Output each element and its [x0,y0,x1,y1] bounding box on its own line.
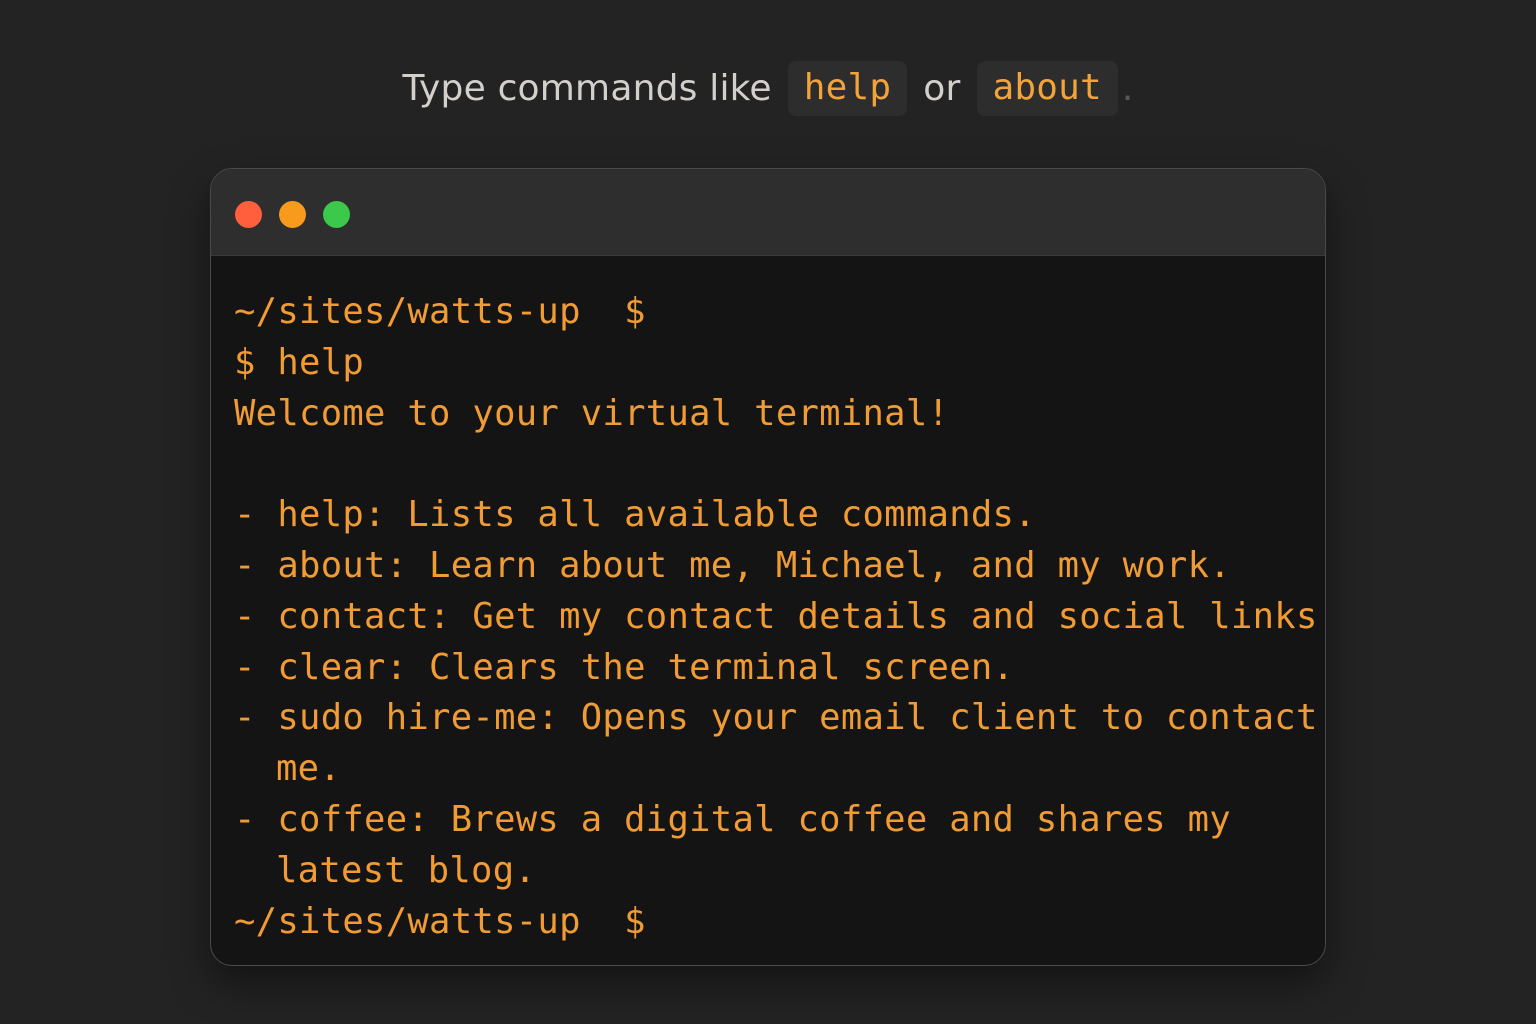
active-prompt-line[interactable]: ~/sites/watts-up $ [234,897,1315,948]
terminal-window: ~/sites/watts-up $ $ help Welcome to you… [210,168,1326,966]
close-window-button[interactable] [235,201,262,228]
help-entry-hire-me-continued: me. [276,748,342,790]
hint-connector: or [923,67,961,109]
entered-command: $ help [234,341,365,383]
command-hint: Type commands like help or about . [0,58,1536,118]
help-entry-about: - about: Learn about me, Michael, and my… [234,544,1231,586]
maximize-window-button[interactable] [323,201,350,228]
help-entry-coffee-continued: latest blog. [276,849,537,891]
welcome-message: Welcome to your virtual terminal! [234,392,950,434]
help-entry-hire-me: - sudo hire-me: Opens your email client … [234,697,1318,739]
terminal-output[interactable]: ~/sites/watts-up $ $ help Welcome to you… [234,287,1326,948]
hint-suffix: . [1121,67,1134,109]
help-entry-clear: - clear: Clears the terminal screen. [234,646,1015,688]
hint-prefix: Type commands like [402,67,772,109]
help-entry-help: - help: Lists all available commands. [234,494,1036,536]
help-entry-coffee: - coffee: Brews a digital coffee and sha… [234,798,1231,840]
about-command-chip: about [976,60,1118,116]
help-entry-contact: - contact: Get my contact details and so… [234,595,1326,637]
prompt-line: ~/sites/watts-up $ [234,291,646,332]
minimize-window-button[interactable] [279,201,306,228]
window-titlebar[interactable] [211,169,1325,256]
help-command-chip: help [787,60,908,116]
